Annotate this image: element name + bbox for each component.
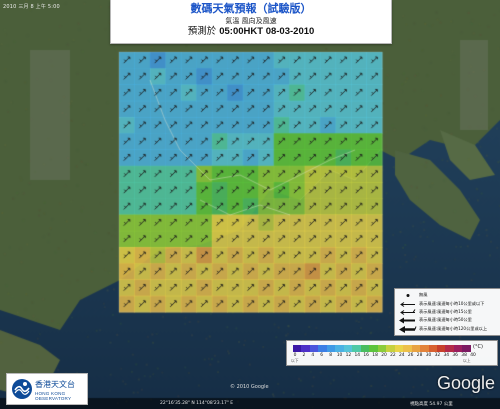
scale-swatch xyxy=(395,345,403,352)
calm-dot-icon xyxy=(399,292,419,299)
scale-tick-label: 40 xyxy=(470,353,476,358)
legend-row-calm: 無風 xyxy=(399,291,427,299)
wind-arrow-moderate-icon xyxy=(399,309,419,316)
scale-swatch xyxy=(386,345,394,352)
coordinate-readout: 22°16'35.28" N 114°08'23.17" E xyxy=(160,401,233,406)
scale-tick-label: 8 xyxy=(329,353,332,358)
scale-swatch xyxy=(335,345,343,352)
title-panel: 數碼天氣預報（試驗版） 氣溫 風向及風速 預測於 05:00HKT 08-03-… xyxy=(110,0,392,44)
scale-tick-label: 4 xyxy=(311,353,314,358)
scale-swatch xyxy=(318,345,326,352)
scale-tick-label: 36 xyxy=(452,353,458,358)
legend-row-10kmh: 表示風速:風速每小時10公里或以下 xyxy=(399,300,484,308)
scale-swatch xyxy=(310,345,318,352)
scale-swatch xyxy=(352,345,360,352)
scale-tick-label: 24 xyxy=(399,353,405,358)
legend-row-15kmh: 表示風速:風速每小時15公里 xyxy=(399,308,472,316)
wind-arrow-strong-icon xyxy=(399,317,419,324)
scale-tick-label: 6 xyxy=(320,353,323,358)
scale-swatch xyxy=(429,345,437,352)
observatory-logo[interactable]: 香港天文台 HONG KONG OBSERVATORY xyxy=(6,373,88,405)
scale-swatch xyxy=(445,345,453,352)
scale-swatch xyxy=(301,345,309,352)
temperature-color-bar xyxy=(293,345,471,352)
legend-text: 表示風速:風速每小時10公里或以下 xyxy=(419,301,484,307)
scale-swatch xyxy=(369,345,377,352)
wind-arrow-light-icon xyxy=(399,301,419,308)
temperature-under-label: 以下 xyxy=(291,358,299,364)
legend-text: 表示風速:風速每小時15公里 xyxy=(419,309,472,315)
scale-swatch xyxy=(293,345,301,352)
legend-text: 表示風速:風速每小時120公里或以上 xyxy=(419,326,487,332)
page-title: 數碼天氣預報（試驗版） xyxy=(111,2,391,16)
wind-legend: 無風 表示風速:風速每小時10公里或以下 表示風速:風速每小時15公里 表示風速… xyxy=(394,288,500,336)
scale-tick-label: 34 xyxy=(444,353,450,358)
scale-tick-label: 28 xyxy=(417,353,423,358)
timestamp-stamp: 2010 三月 8 上午 5:00 xyxy=(3,3,60,10)
scale-tick-label: 10 xyxy=(337,353,343,358)
scale-swatch xyxy=(420,345,428,352)
scale-swatch xyxy=(378,345,386,352)
temperature-scale: 0 2 4 6 8 10 12 14 16 18 20 22 24 26 28 30 32 34 36 38 40 (°… xyxy=(286,340,498,366)
scale-swatch xyxy=(361,345,369,352)
legend-row-120kmh: 表示風速:風速每小時120公里或以上 xyxy=(399,325,487,333)
scale-swatch xyxy=(403,345,411,352)
temperature-unit: (°C) xyxy=(473,344,483,350)
scale-swatch xyxy=(454,345,462,352)
google-logo: Google xyxy=(437,373,495,394)
temperature-ticks: 0 2 4 6 8 10 12 14 16 18 20 22 24 26 28 30 32 34 36 38 40 xyxy=(291,353,477,359)
scale-tick-label: 14 xyxy=(355,353,361,358)
forecast-time-prefix: 預測於 xyxy=(188,26,217,37)
legend-row-50kmh: 表示風速:風速每小時50公里 xyxy=(399,316,472,324)
scale-swatch xyxy=(462,345,470,352)
scale-tick-label: 2 xyxy=(302,353,305,358)
observatory-seal-icon xyxy=(11,378,33,400)
forecast-time: 預測於 05:00HKT 08-03-2010 xyxy=(111,26,391,38)
scale-swatch xyxy=(327,345,335,352)
logo-name-en: HONG KONG OBSERVATORY xyxy=(35,391,87,401)
scale-tick-label: 22 xyxy=(390,353,396,358)
scale-tick-label: 26 xyxy=(408,353,414,358)
scale-tick-label: 20 xyxy=(381,353,387,358)
eye-altitude: 視點高度 54.97 公里 xyxy=(410,401,453,407)
legend-text: 無風 xyxy=(419,292,427,298)
scale-tick-label: 12 xyxy=(346,353,352,358)
scale-tick-label: 32 xyxy=(435,353,441,358)
scale-tick-label: 18 xyxy=(372,353,378,358)
page-subtitle: 氣溫 風向及風速 xyxy=(111,16,391,26)
scale-tick-label: 16 xyxy=(363,353,369,358)
scale-swatch xyxy=(344,345,352,352)
wind-arrow-gale-icon xyxy=(399,326,419,333)
map-copyright: © 2010 Google xyxy=(230,384,269,390)
scale-swatch xyxy=(437,345,445,352)
scale-swatch xyxy=(412,345,420,352)
legend-text: 表示風速:風速每小時50公里 xyxy=(419,317,472,323)
logo-name-zh: 香港天文台 xyxy=(35,379,75,390)
forecast-time-value: 05:00HKT 08-03-2010 xyxy=(219,26,314,37)
temperature-over-label: 以上 xyxy=(463,358,471,364)
scale-tick-label: 30 xyxy=(426,353,432,358)
